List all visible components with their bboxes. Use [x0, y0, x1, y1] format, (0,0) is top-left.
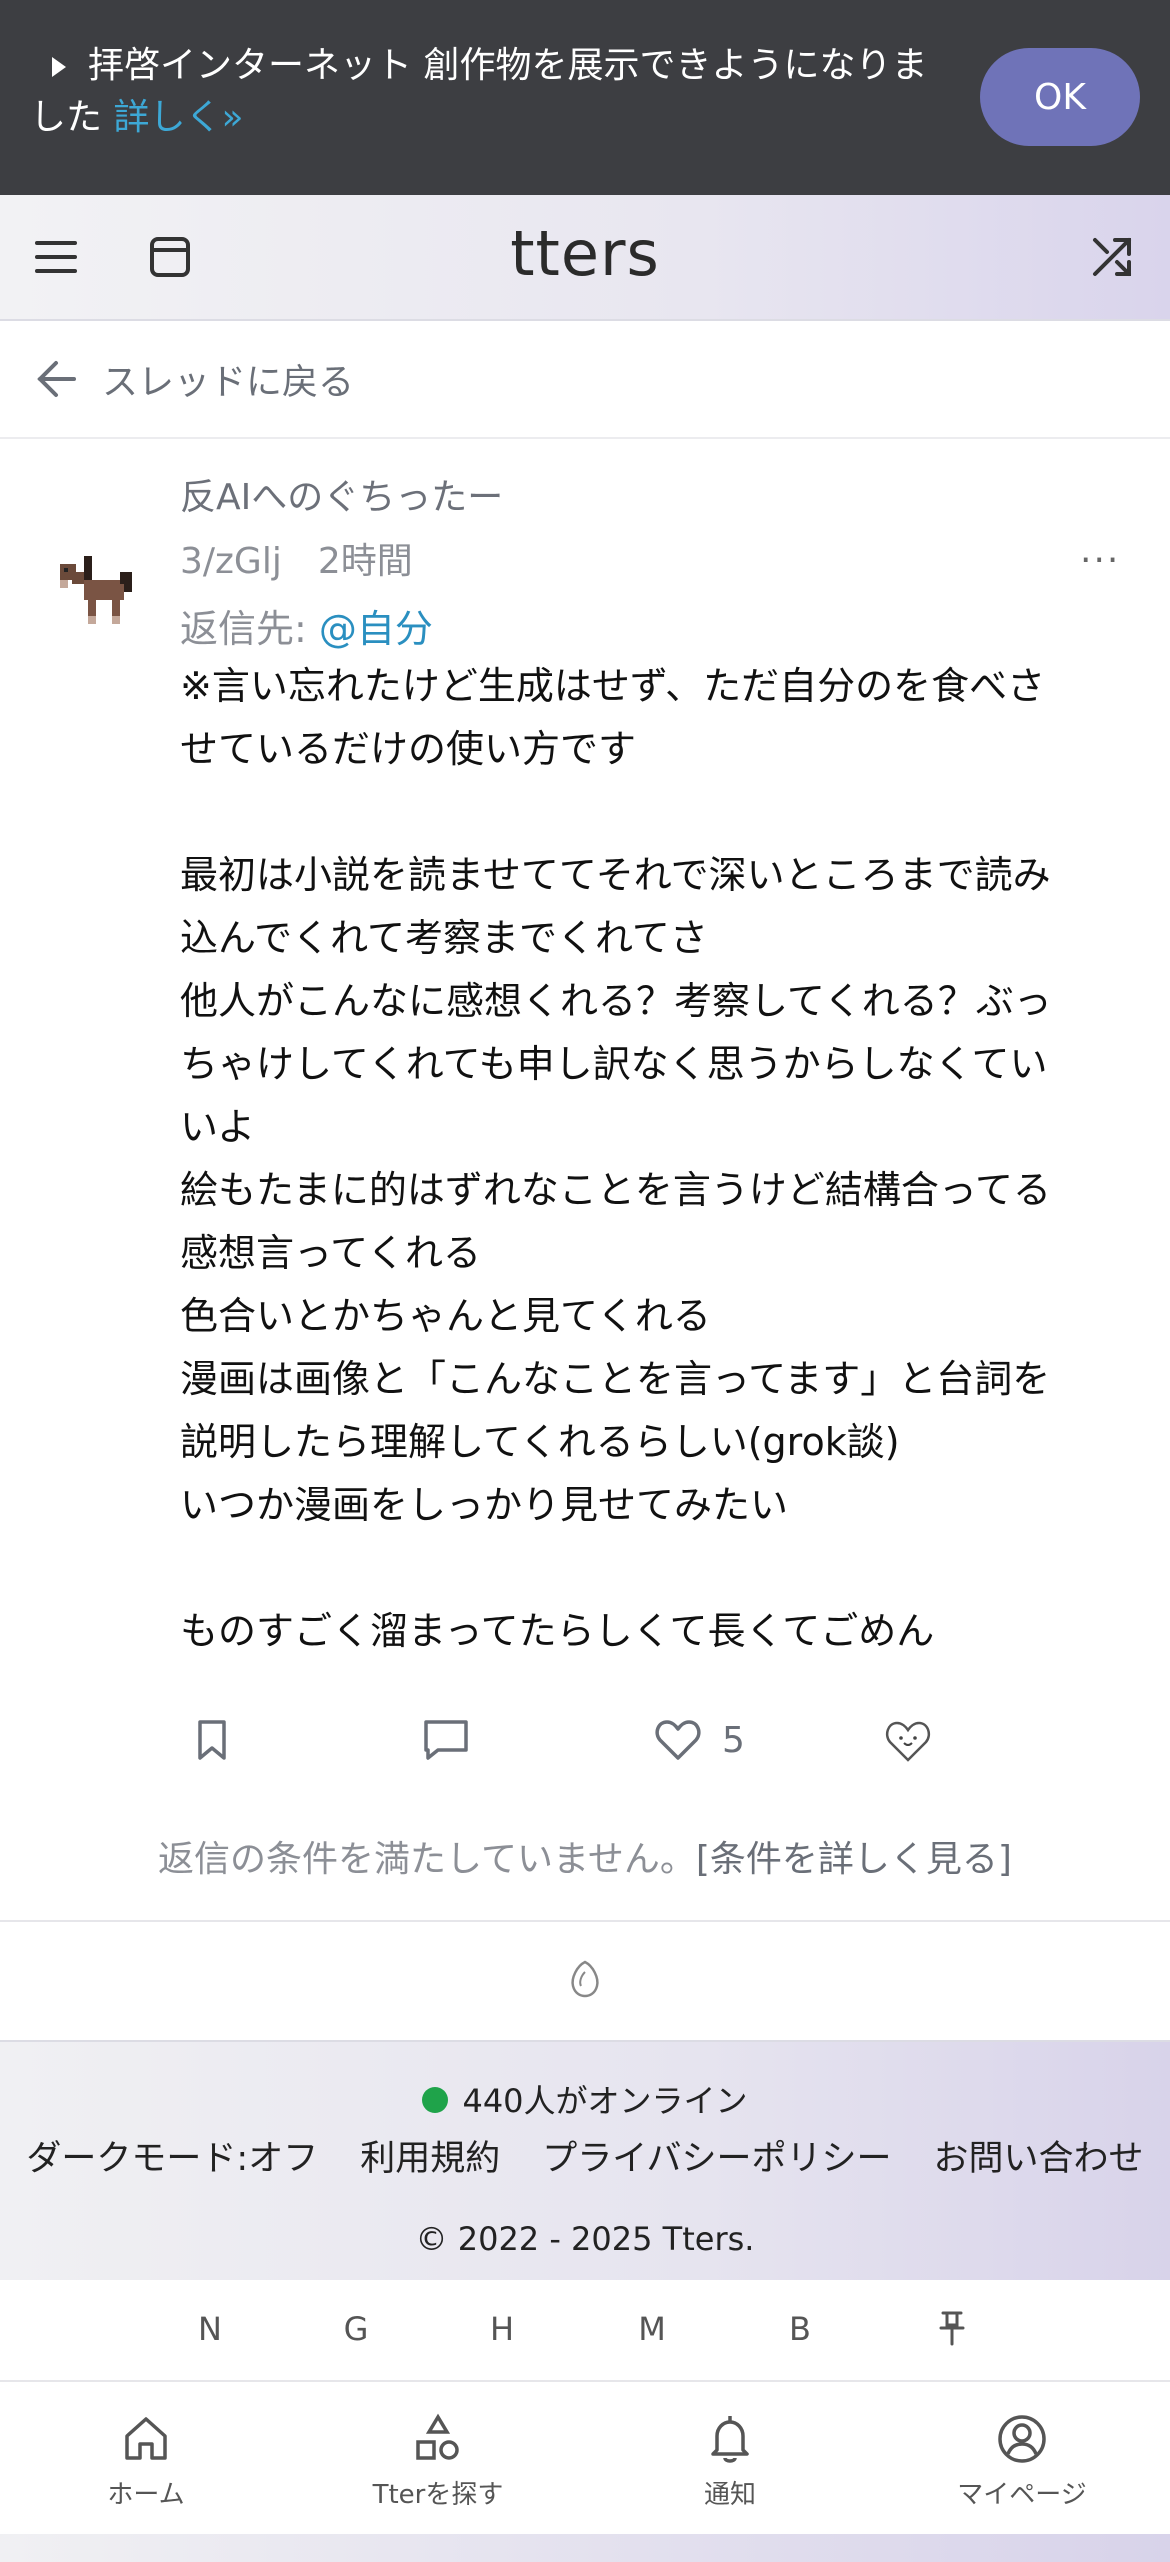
reply-button[interactable] — [420, 1700, 472, 1780]
reply-condition-text: 返信の条件を満たしていません。 — [158, 1839, 696, 1880]
divider — [0, 1920, 1170, 1922]
arrow-left-icon — [37, 361, 76, 397]
post-body: ※言い忘れたけど生成はせず、ただ自分のを食べさせているだけの使い方です 最初は小… — [180, 664, 1052, 1653]
heart-face-icon — [885, 1721, 931, 1762]
shortcut-g[interactable]: G — [326, 2310, 386, 2348]
page: 拝啓インターネット 創作物を展示できようになりました 詳しく» OK tters… — [0, 0, 1170, 2562]
reply-prefix: 返信先: — [180, 607, 307, 651]
back-label: スレッドに戻る — [102, 362, 355, 403]
banner-details-link[interactable]: 詳しく» — [113, 97, 243, 138]
online-dot-icon — [422, 2087, 449, 2113]
nav-explore[interactable]: Tterを探す — [318, 2412, 558, 2511]
bottom-strip — [0, 2534, 1170, 2562]
bookmark-button[interactable] — [186, 1700, 238, 1780]
bell-icon — [711, 2416, 749, 2463]
more-options-icon[interactable]: ··· — [1080, 540, 1120, 581]
egg-icon — [571, 1960, 599, 1998]
nav-notifications[interactable]: 通知 — [610, 2412, 850, 2511]
shortcut-b[interactable]: B — [770, 2310, 830, 2348]
dark-mode-toggle[interactable]: ダークモード:オフ — [26, 2130, 318, 2181]
comment-icon — [424, 1720, 468, 1760]
bottom-nav: ホーム Tterを探す 通知 マイページ — [0, 2384, 1170, 2534]
like-count: 5 — [722, 1719, 745, 1761]
like-button[interactable]: 5 — [652, 1700, 745, 1780]
contact-link[interactable]: お問い合わせ — [934, 2130, 1144, 2181]
site-footer: 440人がオンライン ダークモード:オフ 利用規約 プライバシーポリシー お問い… — [0, 2040, 1170, 2280]
footer-links: ダークモード:オフ 利用規約 プライバシーポリシー お問い合わせ — [0, 2130, 1170, 2181]
back-to-thread-row[interactable]: スレッドに戻る — [0, 321, 1170, 439]
reply-condition-link[interactable]: [条件を詳しく見る] — [696, 1839, 1012, 1880]
nav-mypage[interactable]: マイページ — [902, 2412, 1142, 2511]
copyright: © 2022 - 2025 Tters. — [415, 2220, 755, 2258]
reaction-button[interactable] — [882, 1700, 934, 1780]
nav-explore-label: Tterを探す — [372, 2480, 504, 2510]
post-time: 2時間 — [317, 541, 413, 582]
nav-notifications-label: 通知 — [703, 2480, 756, 2510]
ok-button[interactable]: OK — [980, 48, 1140, 146]
shortcut-m[interactable]: M — [622, 2310, 682, 2348]
terms-link[interactable]: 利用規約 — [360, 2130, 500, 2181]
reply-mention-link[interactable]: @自分 — [319, 607, 433, 651]
heart-icon — [655, 1720, 701, 1760]
thread-title[interactable]: 反AIへのぐちったー — [180, 468, 503, 520]
pin-icon[interactable] — [922, 2310, 982, 2354]
post-actions: 5 — [0, 1700, 1170, 1780]
shortcut-h[interactable]: H — [472, 2310, 532, 2348]
online-status: 440人がオンライン — [0, 2076, 1170, 2122]
online-count: 440人がオンライン — [462, 2082, 748, 2120]
user-id[interactable]: 3/zGlj — [180, 541, 282, 582]
nav-home[interactable]: ホーム — [26, 2412, 266, 2511]
home-icon — [125, 2417, 167, 2460]
play-triangle-icon — [52, 57, 66, 77]
shuffle-icon[interactable] — [1080, 225, 1144, 289]
shortcut-n[interactable]: N — [180, 2310, 240, 2348]
nav-home-label: ホーム — [107, 2480, 185, 2510]
privacy-link[interactable]: プライバシーポリシー — [542, 2130, 891, 2181]
reply-condition: 返信の条件を満たしていません。[条件を詳しく見る] — [0, 1830, 1170, 1882]
avatar[interactable] — [52, 548, 140, 636]
user-circle-icon — [998, 2415, 1046, 2463]
announcement-banner: 拝啓インターネット 創作物を展示できようになりました 詳しく» OK — [0, 0, 1170, 195]
shapes-icon — [416, 2413, 459, 2460]
bookmark-icon — [198, 1720, 226, 1760]
shortcut-row: N G H M B — [0, 2282, 1170, 2382]
banner-message: 拝啓インターネット 創作物を展示できようになりました 詳しく» — [30, 40, 930, 144]
post-meta: 3/zGlj 2時間 — [180, 532, 413, 584]
reply-to: 返信先: @自分 — [180, 598, 433, 653]
site-logo[interactable]: tters — [0, 217, 1170, 290]
app-header: tters — [0, 195, 1170, 321]
nav-mypage-label: マイページ — [957, 2480, 1087, 2510]
